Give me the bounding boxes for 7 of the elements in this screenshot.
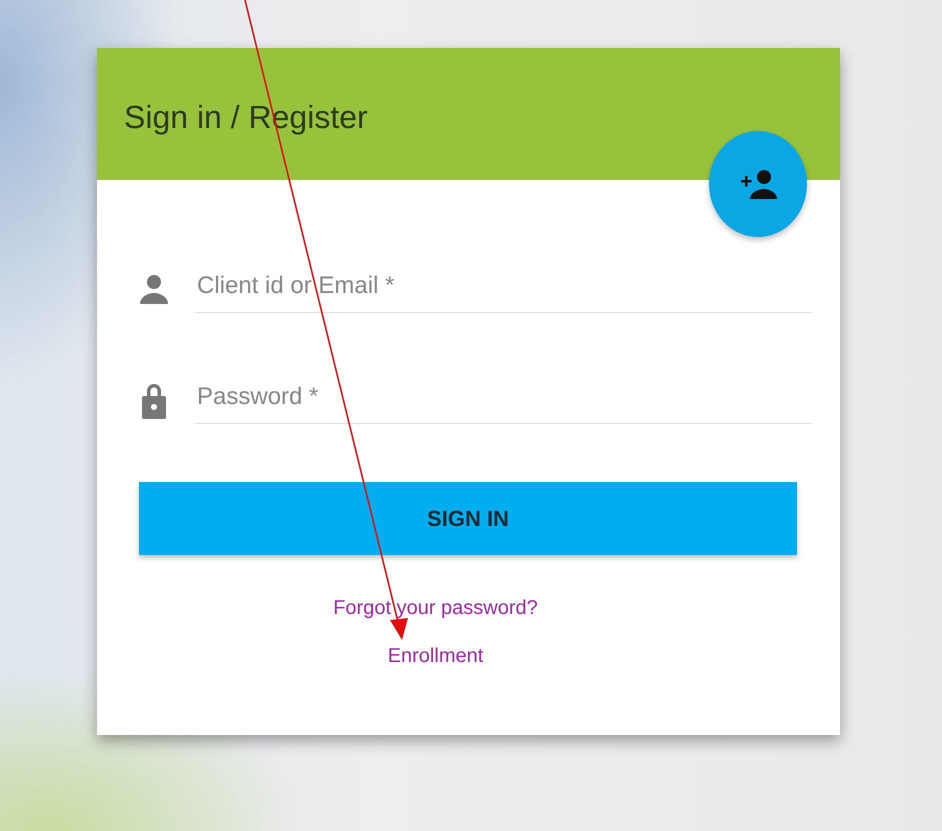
- input-field[interactable]: Client id or Email *: [195, 264, 812, 313]
- add-person-icon: [739, 169, 777, 199]
- text-link[interactable]: Enrollment: [388, 641, 484, 671]
- sign-in-button[interactable]: SIGN IN: [139, 482, 797, 555]
- input-field[interactable]: Password *: [195, 375, 812, 424]
- text-link[interactable]: Forgot your password?: [333, 593, 538, 623]
- person-icon: [139, 274, 169, 304]
